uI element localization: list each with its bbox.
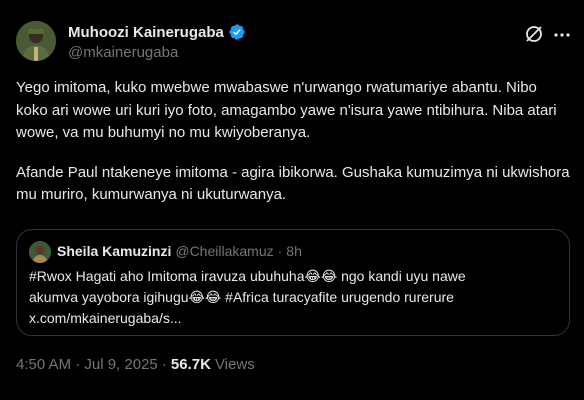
grok-icon[interactable] xyxy=(524,24,544,44)
avatar[interactable] xyxy=(16,21,56,61)
views-label: Views xyxy=(214,356,255,373)
quoted-text: #Rwox Hagati aho Imitoma iravuza ubuhuha… xyxy=(29,266,557,329)
separator-dot: · xyxy=(277,243,283,259)
laughing-emoji-icon: 😂😂 xyxy=(188,289,222,305)
tweet-meta: 4:50 AM · Jul 9, 2025 · 56.7K Views xyxy=(16,356,255,373)
author-name-row: Muhoozi Kainerugaba xyxy=(68,23,246,41)
quoted-author-handle: @Cheillakamuz xyxy=(175,243,274,259)
quoted-text-segment: #Rwox Hagati aho Imitoma iravuza ubuhuha xyxy=(29,268,305,284)
tweet-paragraph: Afande Paul ntakeneye imitoma - agira ib… xyxy=(16,163,570,204)
quoted-author-name: Sheila Kamuzinzi xyxy=(57,243,172,259)
tweet-text: Yego imitoma, kuko mwebwe mwabaswe n'urw… xyxy=(16,77,572,207)
tweet-timestamp[interactable]: 4:50 AM · Jul 9, 2025 · xyxy=(16,356,167,373)
tweet-paragraph: Yego imitoma, kuko mwebwe mwabaswe n'urw… xyxy=(16,79,557,141)
quoted-tweet[interactable]: Sheila Kamuzinzi @Cheillakamuz · 8h #Rwo… xyxy=(16,229,570,336)
author-display-name[interactable]: Muhoozi Kainerugaba xyxy=(68,24,224,41)
verified-badge-icon xyxy=(228,23,246,41)
quoted-text-segment: akumva yayobora igihugu xyxy=(29,289,189,305)
author-handle[interactable]: @mkainerugaba xyxy=(68,44,178,61)
tweet: Muhoozi Kainerugaba @mkainerugaba Yego i… xyxy=(0,0,584,400)
views-count: 56.7K xyxy=(170,356,211,373)
quoted-timestamp: 8h xyxy=(286,243,302,259)
avatar-image xyxy=(16,21,56,61)
quoted-avatar xyxy=(29,241,51,263)
quoted-text-segment: ngo kandi uyu nawe xyxy=(337,268,466,284)
more-options-icon[interactable] xyxy=(553,26,571,44)
quoted-text-segment: #Africa turacyafite urugendo rurerure xyxy=(221,289,454,305)
quoted-link: x.com/mkainerugaba/s... xyxy=(29,310,182,326)
quoted-header: Sheila Kamuzinzi @Cheillakamuz · 8h xyxy=(57,243,302,259)
laughing-emoji-icon: 😂😂 xyxy=(304,268,338,284)
